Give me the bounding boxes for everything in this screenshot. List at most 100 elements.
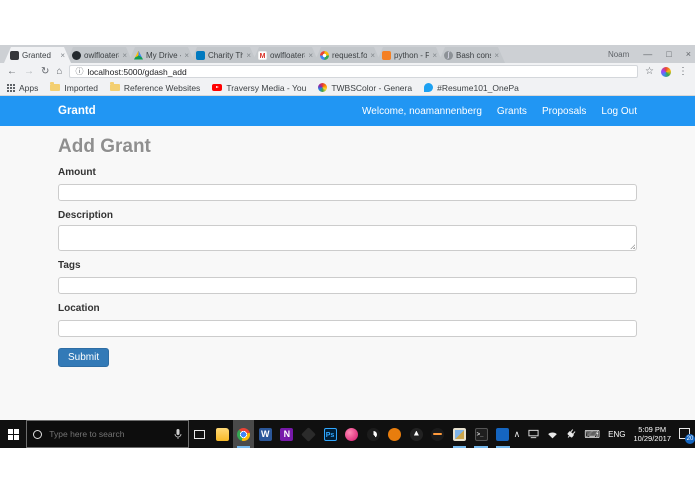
- taskbar-photos[interactable]: [449, 420, 471, 448]
- cortana-icon: [33, 429, 43, 439]
- taskbar-clock[interactable]: 5:09 PM 10/29/2017: [633, 425, 671, 443]
- browser-window: Granted × owlfloater898 × My Drive - Go …: [0, 45, 695, 420]
- color-wheel-icon: [318, 83, 328, 92]
- tab-my-drive[interactable]: My Drive - Go ×: [128, 47, 195, 63]
- bookmark-reference-websites[interactable]: Reference Websites: [109, 82, 201, 93]
- tab-close-icon[interactable]: ×: [370, 51, 375, 60]
- navbar-links: Welcome, noamannenberg Grants Proposals …: [362, 106, 637, 117]
- form-group-location: Location: [58, 303, 637, 337]
- bookmark-imported[interactable]: Imported: [50, 82, 98, 93]
- bookmark-resume101[interactable]: #Resume101_OnePa: [424, 83, 519, 93]
- address-bar[interactable]: ⓘ localhost:5000/gdash_add: [69, 65, 639, 78]
- amount-input[interactable]: [58, 184, 637, 201]
- color-extension-icon[interactable]: [661, 66, 671, 77]
- apps-grid-icon: [7, 83, 15, 92]
- tab-granted[interactable]: Granted ×: [4, 47, 71, 63]
- microphone-icon[interactable]: [174, 428, 182, 440]
- location-input[interactable]: [58, 320, 637, 337]
- home-icon[interactable]: ⌂: [56, 63, 62, 80]
- brand-grantd[interactable]: Grantd: [58, 105, 96, 117]
- forward-icon[interactable]: →: [24, 63, 34, 80]
- tab-title: Bash console: [456, 50, 490, 60]
- site-info-icon[interactable]: ⓘ: [75, 66, 83, 77]
- bookmark-twbscolor[interactable]: TWBSColor - Genera: [318, 83, 412, 93]
- bookmark-traversy-media[interactable]: Traversy Media - You: [212, 83, 306, 93]
- tab-gmail[interactable]: owlfloater898 ×: [252, 47, 319, 63]
- bookmark-apps[interactable]: Apps: [7, 83, 38, 93]
- word-icon: W: [258, 427, 272, 441]
- action-center-button[interactable]: 20: [679, 427, 695, 444]
- bookmark-star-icon[interactable]: ☆: [645, 63, 654, 80]
- windows-logo-icon: [7, 428, 19, 440]
- tab-close-icon[interactable]: ×: [184, 51, 189, 60]
- tray-plug-icon[interactable]: [564, 427, 578, 441]
- photos-icon: [453, 427, 467, 441]
- tab-python-flask[interactable]: python - Flas ×: [376, 47, 443, 63]
- tab-request-forms[interactable]: request.forms ×: [314, 47, 381, 63]
- tab-close-icon[interactable]: ×: [122, 51, 127, 60]
- browser-menu-icon[interactable]: ⋮: [678, 63, 688, 80]
- taskbar-unity[interactable]: [406, 420, 428, 448]
- taskbar-remote-desktop[interactable]: [492, 420, 514, 448]
- nav-welcome[interactable]: Welcome, noamannenberg: [362, 106, 482, 117]
- clock-time: 5:09 PM: [638, 425, 667, 434]
- nav-grants[interactable]: Grants: [497, 106, 527, 117]
- tab-close-icon[interactable]: ×: [308, 51, 313, 60]
- tab-github[interactable]: owlfloater898 ×: [66, 47, 133, 63]
- taskbar-krita[interactable]: [341, 420, 363, 448]
- tab-close-icon[interactable]: ×: [246, 51, 251, 60]
- form-group-description: Description: [58, 210, 637, 251]
- amount-label: Amount: [58, 167, 96, 178]
- tab-close-icon[interactable]: ×: [60, 51, 65, 60]
- taskbar-command-prompt[interactable]: [470, 420, 492, 448]
- tab-title: owlfloater898: [270, 50, 305, 60]
- bookmark-label: Reference Websites: [123, 82, 201, 93]
- nav-log-out[interactable]: Log Out: [601, 106, 637, 117]
- start-button[interactable]: [0, 420, 26, 448]
- close-icon[interactable]: ×: [686, 45, 691, 63]
- bookmark-label: #Resume101_OnePa: [437, 82, 519, 93]
- taskbar-file-explorer[interactable]: [211, 420, 233, 448]
- tab-close-icon[interactable]: ×: [494, 51, 499, 60]
- taskbar-word[interactable]: W: [254, 420, 276, 448]
- taskbar-shotcut[interactable]: [362, 420, 384, 448]
- tray-wifi-icon[interactable]: [547, 430, 558, 439]
- tab-charity-thing[interactable]: Charity Thing ×: [190, 47, 257, 63]
- task-view-button[interactable]: [189, 420, 212, 448]
- granted-favicon: [10, 51, 19, 60]
- taskbar-inkscape[interactable]: [298, 420, 320, 448]
- photoshop-icon: Ps: [323, 427, 337, 441]
- taskbar-fl-studio[interactable]: [427, 420, 449, 448]
- submit-button[interactable]: Submit: [58, 348, 110, 367]
- tray-pc-icon[interactable]: [528, 429, 539, 439]
- chrome-profile-name[interactable]: Noam: [608, 50, 629, 59]
- touch-keyboard-icon[interactable]: ⌨: [584, 428, 600, 441]
- taskbar-onenote[interactable]: N: [276, 420, 298, 448]
- tab-title: python - Flas: [394, 50, 430, 60]
- page-content: Add Grant Amount Description Tags Locati…: [0, 126, 695, 420]
- taskbar-chrome[interactable]: [232, 420, 255, 448]
- command-prompt-icon: [474, 427, 488, 442]
- back-icon[interactable]: ←: [7, 63, 17, 80]
- minimize-icon[interactable]: —: [643, 45, 652, 63]
- url-text: localhost:5000/gdash_add: [87, 66, 187, 77]
- shotcut-icon: [366, 427, 380, 441]
- form-group-amount: Amount: [58, 167, 637, 201]
- refresh-icon[interactable]: ↻: [41, 63, 49, 80]
- taskbar-search[interactable]: [26, 420, 189, 448]
- folder-icon: [109, 82, 120, 91]
- taskbar-blender[interactable]: [384, 420, 406, 448]
- tray-chevron-up-icon[interactable]: ∧: [514, 429, 521, 440]
- krita-icon: [345, 427, 359, 441]
- browser-toolbar: ← → ↻ ⌂ ⓘ localhost:5000/gdash_add ☆ ⋮: [0, 63, 695, 80]
- language-indicator[interactable]: ENG: [608, 430, 625, 439]
- description-textarea[interactable]: [58, 225, 637, 251]
- nav-proposals[interactable]: Proposals: [542, 106, 586, 117]
- chrome-icon: [237, 427, 251, 441]
- taskbar-photoshop[interactable]: Ps: [319, 420, 341, 448]
- tab-close-icon[interactable]: ×: [432, 51, 437, 60]
- maximize-icon[interactable]: □: [666, 45, 671, 63]
- tags-input[interactable]: [58, 277, 637, 294]
- tab-bash-console[interactable]: Bash console ×: [438, 47, 505, 63]
- search-input[interactable]: [47, 428, 169, 440]
